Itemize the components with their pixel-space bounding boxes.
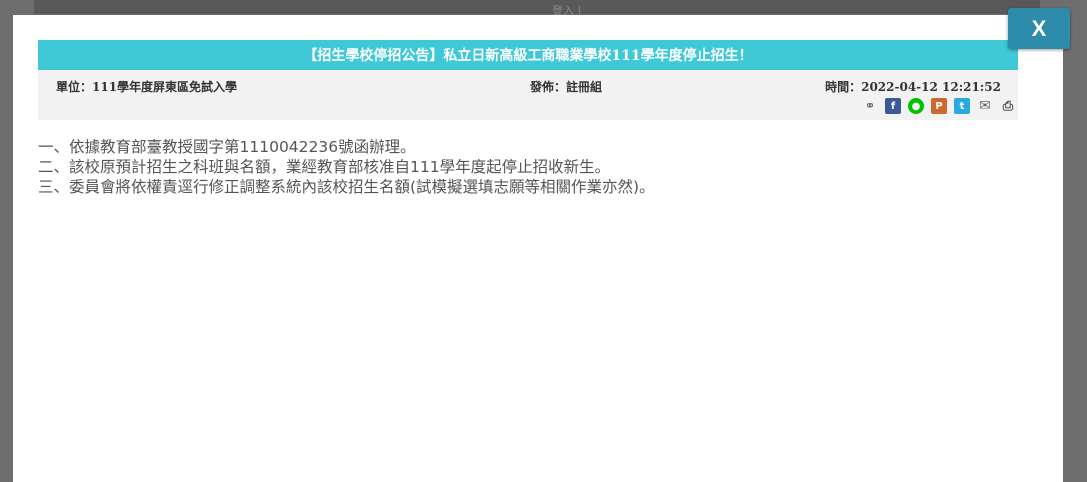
announcement-meta: 單位：111學年度屏東區免試入學 發佈：註冊組 時間：2022-04-12 12… xyxy=(38,70,1018,120)
line-icon[interactable]: ● xyxy=(908,98,924,114)
announcement-title: 【招生學校停招公告】私立日新高級工商職業學校111學年度停止招生！ xyxy=(38,40,1018,70)
unit-label: 單位：111學年度屏東區免試入學 xyxy=(56,80,238,94)
plurk-icon[interactable]: P xyxy=(931,98,947,114)
announcement-dialog: 【招生學校停招公告】私立日新高級工商職業學校111學年度停止招生！ 單位：111… xyxy=(13,15,1063,482)
close-button[interactable]: X xyxy=(1008,8,1070,49)
facebook-icon[interactable]: f xyxy=(885,98,901,114)
body-paragraph: 二、該校原預計招生之科班與名額，業經教育部核准自111學年度起停止招收新生。 xyxy=(38,158,611,176)
announcement-body: 一、依據教育部臺教授國字第1110042236號函辦理。 二、該校原預計招生之科… xyxy=(38,137,1028,197)
time-label: 時間：2022-04-12 12:21:52 xyxy=(825,80,1001,94)
body-paragraph: 一、依據教育部臺教授國字第1110042236號函辦理。 xyxy=(38,138,416,156)
background-header: 登入 | xyxy=(34,0,1040,17)
twitter-icon[interactable]: t xyxy=(954,98,970,114)
link-icon[interactable]: ⚭ xyxy=(862,98,878,114)
email-icon[interactable]: ✉ xyxy=(977,98,993,114)
print-icon[interactable]: ⎙ xyxy=(1000,98,1016,114)
share-toolbar: ⚭ f ● P t ✉ ⎙ xyxy=(862,98,1016,114)
body-paragraph: 三、委員會將依權責逕行修正調整系統內該校招生名額(試模擬選填志願等相關作業亦然)… xyxy=(38,178,655,196)
publisher-label: 發佈：註冊組 xyxy=(530,80,603,94)
